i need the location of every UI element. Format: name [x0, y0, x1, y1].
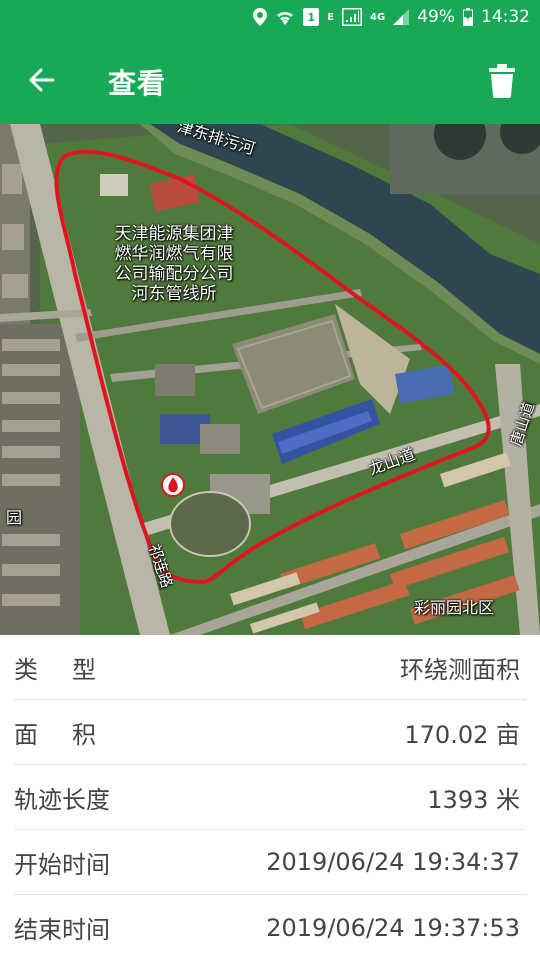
poi-line-1: 天津能源集团津 [114, 224, 234, 244]
info-row-area: 面积 170.02 亩 [14, 700, 526, 765]
start-time-label: 开始时间 [14, 850, 110, 879]
info-row-type: 类型 环绕测面积 [14, 635, 526, 700]
network-type: 4G [370, 11, 386, 23]
battery-percent: 49% [417, 7, 455, 27]
end-time-value: 2019/06/24 19:37:53 [266, 913, 520, 942]
poi-line-2: 燃华润燃气有限 [114, 244, 234, 264]
type-value: 环绕测面积 [400, 655, 520, 684]
satellite-map[interactable]: 津东排污河 天津能源集团津 燃华润燃气有限 公司输配分公司 河东管线所 龙山道 … [0, 124, 540, 635]
poi-line-4: 河东管线所 [131, 284, 217, 304]
map-poi-label: 天津能源集团津 燃华润燃气有限 公司输配分公司 河东管线所 [104, 224, 244, 304]
signal-icon-2 [393, 9, 410, 25]
type-label: 类型 [14, 655, 130, 684]
info-row-end-time: 结束时间 2019/06/24 19:37:53 [14, 895, 526, 960]
battery-charging-icon [463, 8, 473, 26]
delete-button[interactable] [488, 64, 516, 98]
back-button[interactable] [26, 64, 58, 96]
info-row-track-length: 轨迹长度 1393 米 [14, 765, 526, 830]
info-row-start-time: 开始时间 2019/06/24 19:34:37 [14, 830, 526, 895]
map-imagery [0, 124, 540, 635]
clock: 14:32 [481, 7, 530, 27]
map-label-left-area: 园 [6, 508, 23, 527]
signal-icon-1 [342, 8, 363, 26]
location-icon [253, 8, 268, 26]
end-time-label: 结束时间 [14, 916, 110, 944]
start-time-value: 2019/06/24 19:34:37 [266, 848, 520, 876]
measurement-info-list: 类型 环绕测面积 面积 170.02 亩 轨迹长度 1393 米 开始时间 20… [0, 635, 540, 960]
app-bar: 查看 [0, 34, 540, 124]
arrow-left-icon [29, 68, 55, 92]
page-title: 查看 [108, 67, 167, 100]
wifi-icon [275, 9, 295, 25]
data-type-e: E [327, 11, 335, 23]
trash-icon [489, 64, 515, 98]
poi-line-3: 公司输配分公司 [114, 264, 234, 284]
status-bar: 1 E 4G 49% 14:32 [0, 0, 540, 34]
fire-station-icon [161, 473, 185, 497]
area-value: 170.02 亩 [404, 720, 520, 749]
track-length-label: 轨迹长度 [14, 785, 110, 814]
area-label: 面积 [14, 720, 130, 749]
track-length-value: 1393 米 [427, 785, 520, 814]
map-label-caili-area: 彩丽园北区 [414, 598, 495, 617]
sim-icon: 1 [303, 8, 320, 26]
